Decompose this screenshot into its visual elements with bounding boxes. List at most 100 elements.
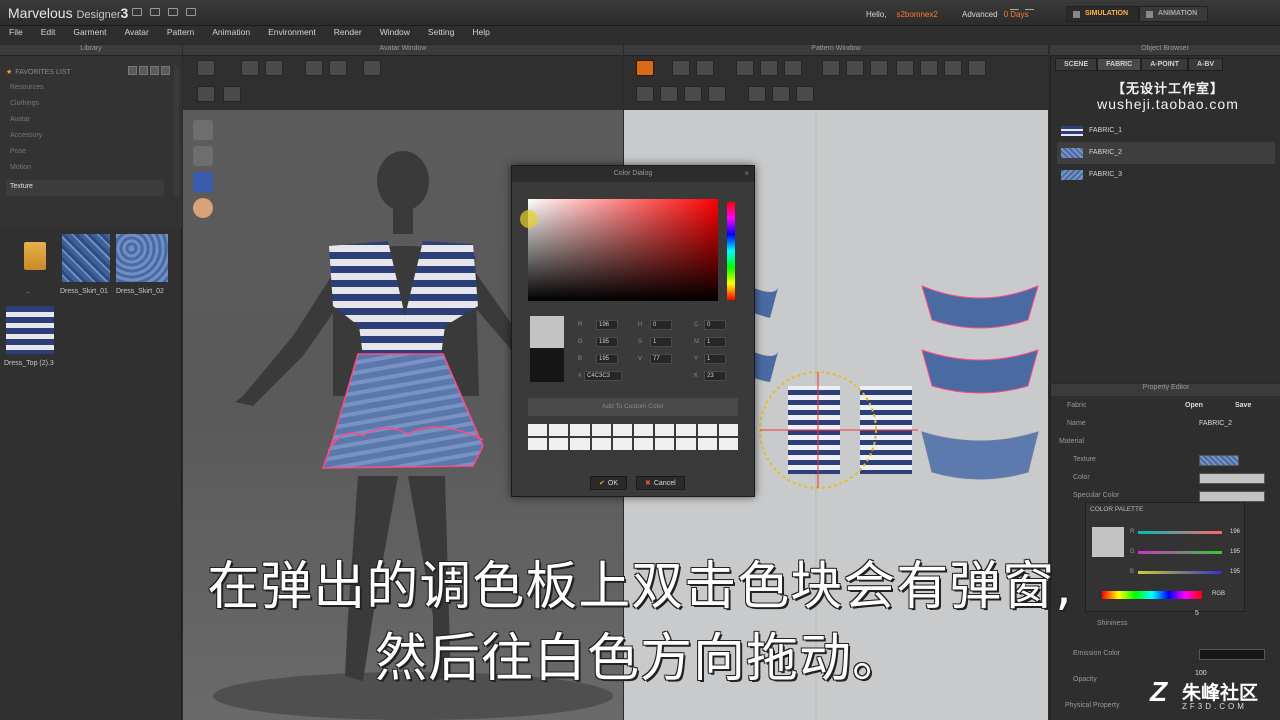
menu-edit[interactable]: Edit: [40, 26, 63, 44]
custom-color-cell[interactable]: [676, 424, 696, 436]
save-button[interactable]: Save: [1235, 402, 1251, 409]
custom-color-cell[interactable]: [676, 438, 696, 450]
tack-on-avatar-button[interactable]: [684, 86, 702, 102]
c-input[interactable]: 0: [704, 320, 726, 330]
grain-button[interactable]: [796, 86, 814, 102]
hex-input[interactable]: C4C3C3: [584, 371, 622, 381]
texture-swatch[interactable]: [1199, 455, 1239, 466]
custom-color-cell[interactable]: [591, 438, 611, 450]
fabric-item-1[interactable]: FABRIC_1: [1057, 120, 1275, 142]
segment-sewing-button[interactable]: [636, 86, 654, 102]
custom-color-cell[interactable]: [549, 438, 569, 450]
thumb-parent-folder[interactable]: [6, 232, 56, 284]
r-input[interactable]: 196: [596, 320, 618, 330]
custom-color-cell[interactable]: [697, 424, 717, 436]
texture-edit-button[interactable]: [748, 86, 766, 102]
library-item-motion[interactable]: Motion: [10, 164, 164, 180]
undo-icon[interactable]: [168, 8, 178, 16]
material-row[interactable]: Material: [1051, 434, 1280, 452]
menu-avatar[interactable]: Avatar: [123, 26, 155, 44]
simulate-button[interactable]: [636, 60, 654, 76]
tab-a-bv[interactable]: A-BV: [1187, 58, 1224, 71]
menu-garment[interactable]: Garment: [72, 26, 113, 44]
m-input[interactable]: 1: [704, 337, 726, 347]
custom-color-cell[interactable]: [591, 424, 611, 436]
specular-swatch[interactable]: [1199, 491, 1265, 502]
dart-button[interactable]: [968, 60, 986, 76]
new-color-swatch[interactable]: [530, 316, 564, 348]
menu-window[interactable]: Window: [379, 26, 417, 44]
y-input[interactable]: 1: [704, 354, 726, 364]
tab-a-point[interactable]: A-POINT: [1141, 58, 1188, 71]
custom-color-cell[interactable]: [697, 438, 717, 450]
custom-color-cell[interactable]: [634, 424, 654, 436]
s-input[interactable]: 1: [650, 337, 672, 347]
edit-pattern-button[interactable]: [672, 60, 690, 76]
thumb-dress-skirt-02[interactable]: [116, 234, 168, 282]
menu-setting[interactable]: Setting: [427, 26, 461, 44]
library-item-pose[interactable]: Pose: [10, 148, 164, 164]
k-input[interactable]: 23: [704, 371, 726, 381]
transform-pattern-button[interactable]: [696, 60, 714, 76]
red-value[interactable]: 196: [1230, 529, 1240, 535]
custom-color-cell[interactable]: [549, 424, 569, 436]
name-value[interactable]: FABRIC_2: [1199, 420, 1232, 427]
add-custom-color-button[interactable]: Add To Custom Color: [528, 398, 738, 416]
fabric-item-2[interactable]: FABRIC_2: [1057, 142, 1275, 164]
saturation-value-picker[interactable]: [528, 199, 718, 301]
ok-button[interactable]: ✔ OK: [590, 476, 627, 490]
menu-file[interactable]: File: [8, 26, 30, 44]
circle-button[interactable]: [870, 60, 888, 76]
save-icon[interactable]: [132, 8, 142, 16]
library-item-texture[interactable]: Texture: [6, 180, 164, 196]
custom-color-cell[interactable]: [612, 438, 632, 450]
g-input[interactable]: 195: [596, 337, 618, 347]
custom-color-cell[interactable]: [612, 424, 632, 436]
polygon-button[interactable]: [822, 60, 840, 76]
edit-icon[interactable]: [150, 66, 159, 75]
menu-animation[interactable]: Animation: [211, 26, 257, 44]
rectangle-button[interactable]: [846, 60, 864, 76]
add-point-button[interactable]: [760, 60, 778, 76]
free-sewing-button[interactable]: [660, 86, 678, 102]
fold-arrangement-button[interactable]: [708, 86, 726, 102]
custom-color-cell[interactable]: [528, 424, 548, 436]
custom-color-cell[interactable]: [655, 438, 675, 450]
red-slider[interactable]: [1138, 531, 1222, 534]
library-item-avatar[interactable]: Avatar: [10, 116, 164, 132]
internal-circle-button[interactable]: [944, 60, 962, 76]
custom-color-cell[interactable]: [634, 438, 654, 450]
menu-help[interactable]: Help: [471, 26, 496, 44]
tab-fabric[interactable]: FABRIC: [1097, 58, 1142, 71]
custom-color-cell[interactable]: [718, 424, 738, 436]
internal-polygon-button[interactable]: [896, 60, 914, 76]
close-icon[interactable]: ×: [744, 169, 749, 178]
maximize-icon[interactable]: [1025, 9, 1034, 16]
library-item-resources[interactable]: Resources: [10, 84, 164, 100]
custom-color-cell[interactable]: [655, 424, 675, 436]
tab-scene[interactable]: SCENE: [1055, 58, 1098, 71]
favorites-row[interactable]: ★ FAVORITES LIST: [6, 68, 71, 76]
minimize-icon[interactable]: [1010, 9, 1019, 16]
delete-icon[interactable]: [161, 66, 170, 75]
curve-point-button[interactable]: [784, 60, 802, 76]
thumb-dress-top[interactable]: [6, 306, 54, 354]
v-input[interactable]: 77: [650, 354, 672, 364]
tab-simulation[interactable]: SIMULATION: [1066, 6, 1140, 22]
cancel-button[interactable]: ✖ Cancel: [636, 476, 685, 490]
custom-color-cell[interactable]: [570, 438, 590, 450]
b-input[interactable]: 195: [596, 354, 618, 364]
thumb-dress-skirt-01[interactable]: [62, 234, 110, 282]
menu-pattern[interactable]: Pattern: [166, 26, 201, 44]
fabric-item-3[interactable]: FABRIC_3: [1057, 164, 1275, 186]
hue-slider[interactable]: [727, 202, 735, 300]
custom-color-cell[interactable]: [718, 438, 738, 450]
library-item-clothings[interactable]: Clothings: [10, 100, 164, 116]
texture-transform-button[interactable]: [772, 86, 790, 102]
menu-environment[interactable]: Environment: [267, 26, 323, 44]
open-button[interactable]: Open: [1185, 402, 1203, 409]
custom-color-cell[interactable]: [528, 438, 548, 450]
library-scrollbar[interactable]: [174, 66, 179, 196]
color-swatch[interactable]: [1199, 473, 1265, 484]
h-input[interactable]: 0: [650, 320, 672, 330]
